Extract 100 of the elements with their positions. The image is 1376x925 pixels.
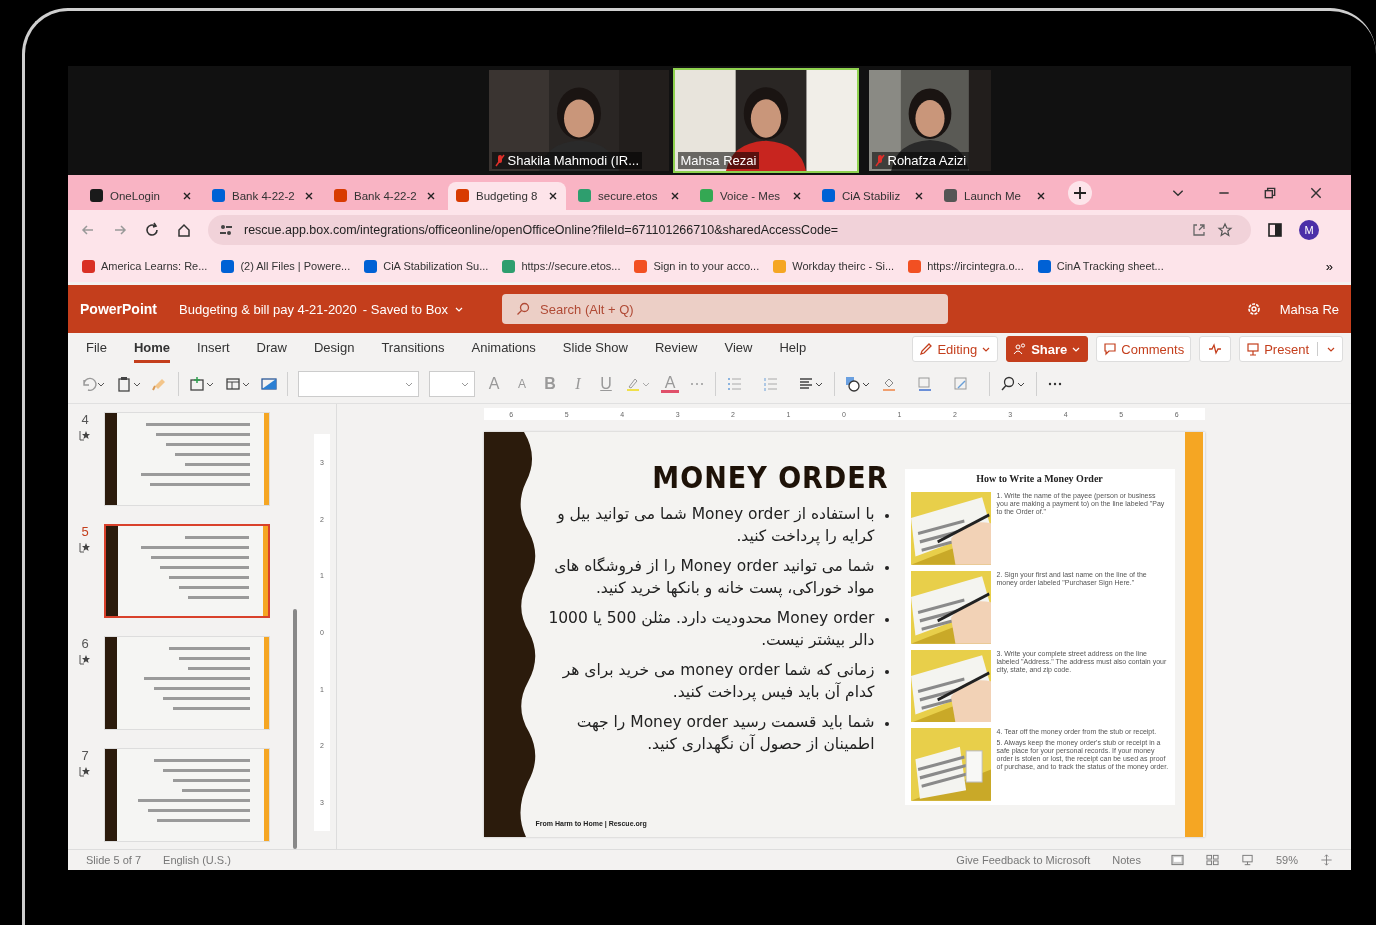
notes-button[interactable]: Notes (1112, 854, 1141, 866)
browser-tab[interactable]: OneLogin (82, 181, 200, 210)
animation-star-icon (79, 765, 91, 777)
search-icon[interactable] (1000, 376, 1026, 392)
close-icon[interactable] (548, 190, 558, 201)
shapes-icon[interactable] (845, 376, 871, 392)
site-settings-icon[interactable] (218, 222, 234, 238)
new-slide-icon[interactable] (189, 376, 215, 392)
scrollbar-thumb[interactable] (293, 609, 297, 849)
share-button[interactable]: Share (1006, 336, 1089, 362)
share-icon[interactable] (1191, 222, 1207, 238)
normal-view-icon[interactable] (1170, 854, 1184, 866)
slide-number: 4 (81, 412, 89, 427)
home-icon[interactable] (176, 222, 192, 238)
bullet-text: زمانی که شما money order می خرید برای هر کدام آن باید فیس پرداخت کنید. (561, 660, 875, 703)
slide-thumbnail[interactable] (104, 524, 270, 618)
panel-title: How to Write a Money Order (975, 473, 1104, 484)
ribbon-tab[interactable]: Draw (256, 335, 287, 363)
close-icon[interactable] (182, 190, 192, 201)
pulse-icon (1208, 342, 1223, 356)
undo-icon[interactable] (80, 376, 106, 392)
ribbon-tab[interactable]: Help (779, 335, 807, 363)
participant-name: Mahsa Rezai (680, 153, 757, 168)
bookmark[interactable]: CinA Tracking sheet... (1037, 259, 1164, 273)
search-icon (516, 302, 531, 316)
profile-avatar[interactable]: M (1299, 220, 1319, 240)
grid-view-icon[interactable] (1205, 854, 1219, 866)
animation-star-icon (79, 429, 91, 441)
feedback-link[interactable]: Give Feedback to Microsoft (956, 854, 1091, 866)
ribbon-tab[interactable]: File (86, 335, 107, 363)
save-status[interactable]: - Saved to Box (362, 301, 449, 317)
fit-icon[interactable] (1320, 854, 1333, 866)
side-panel-icon[interactable] (1267, 222, 1283, 238)
close-icon[interactable] (426, 190, 436, 201)
editing-button[interactable]: Editing (912, 336, 999, 362)
slide-title: MONEY ORDER (652, 460, 889, 495)
bookmark[interactable]: (2) All Files | Powere... (221, 259, 351, 273)
presenter-icon[interactable] (1240, 854, 1254, 866)
close-icon[interactable] (792, 190, 802, 201)
reload-icon[interactable] (144, 222, 160, 238)
bookmark[interactable]: Workday theirc - Si... (773, 259, 895, 273)
browser-tab[interactable]: Budgeting 8 (448, 181, 566, 210)
bullet-text: شما می توانید Money order را از فروشگاه های مواد خوراکی، پست خانه و بانکها خرید کنید. (553, 556, 875, 599)
browser-tab[interactable]: Bank 4-22-2 (204, 181, 322, 210)
bookmark[interactable]: CiA Stabilization Su... (364, 259, 489, 273)
clipboard-icon[interactable] (116, 376, 142, 392)
more-bookmarks[interactable]: » (1325, 258, 1333, 274)
browser-tab[interactable]: Bank 4-22-2 (326, 181, 444, 210)
close-icon[interactable] (304, 190, 314, 201)
present-button[interactable]: Present (1239, 336, 1343, 362)
bullet-icon (884, 618, 889, 622)
slide-counter: Slide 5 of 7 (86, 854, 142, 866)
close-icon[interactable] (670, 190, 680, 201)
new-tab-icon[interactable] (1068, 180, 1092, 205)
address-field[interactable]: rescue.app.box.com/integrations/officeonline/openOfficeOnline?fileId=671101266710&sharedAccessCode= (208, 215, 1251, 245)
bookmark[interactable]: America Learns: Re... (82, 259, 208, 273)
close-icon[interactable] (1036, 190, 1046, 201)
user-name[interactable]: Mahsa Re (1279, 301, 1339, 317)
slide-number: 5 (81, 524, 89, 539)
app-name: PowerPoint (80, 301, 157, 317)
participant-name: Rohafza Azizi (887, 153, 967, 168)
ribbon-tab[interactable]: Transitions (381, 335, 445, 363)
bullet-text: Money order محدودیت دارد. مثلن 500 یا 1000 دالر بیشتر نیست. (547, 608, 875, 651)
restore-icon[interactable] (1263, 185, 1277, 200)
ribbon-tab[interactable]: Design (313, 335, 355, 363)
ribbon-tab[interactable]: Slide Show (562, 335, 628, 363)
document-title[interactable]: Budgeting & bill pay 4-21-2020 (179, 301, 357, 317)
bookmark[interactable]: Sign in to your acco... (634, 259, 760, 273)
settings-icon[interactable] (1245, 301, 1262, 317)
bullet-icon (884, 566, 889, 570)
browser-tab[interactable]: Launch Me (936, 181, 1054, 210)
language-label[interactable]: English (U.S.) (163, 854, 231, 866)
bookmark[interactable]: https://ircintegra.o... (908, 259, 1024, 273)
slide-number: 7 (81, 748, 89, 763)
close-icon[interactable] (1309, 185, 1323, 200)
animation-star-icon (79, 541, 91, 553)
ribbon-tab[interactable]: Home (133, 335, 171, 363)
ribbon-tab[interactable]: Animations (471, 335, 536, 363)
bullet-text: شما باید قسمت رسید Money order را جهت اطمینان از حصول آن نگهداری کنید. (575, 712, 875, 755)
star-icon[interactable] (1217, 222, 1233, 238)
close-icon[interactable] (914, 190, 924, 201)
people-icon (1013, 342, 1028, 356)
ribbon-tab[interactable]: View (724, 335, 753, 363)
ribbon-tab[interactable]: Insert (197, 335, 230, 363)
background-icon[interactable] (261, 376, 277, 392)
bookmark[interactable]: https://secure.etos... (502, 259, 621, 273)
browser-tab[interactable]: secure.etos (570, 181, 688, 210)
align-icon[interactable] (798, 376, 824, 392)
layout-icon[interactable] (225, 376, 251, 392)
bullet-icon (884, 722, 889, 726)
animation-star-icon (79, 653, 91, 665)
comments-button[interactable]: Comments (1096, 336, 1192, 362)
browser-tab[interactable]: Voice - Mes (692, 181, 810, 210)
participant-name: Shakila Mahmodi (IR... (507, 153, 639, 168)
search-field[interactable]: Search (Alt + Q) (502, 294, 949, 324)
slide-number: 6 (81, 636, 89, 651)
ribbon-tab[interactable]: Review (654, 335, 698, 363)
browser-tab[interactable]: CiA Stabiliz (814, 181, 932, 210)
zoom-level[interactable]: 59% (1275, 854, 1298, 866)
activity-button[interactable] (1199, 336, 1232, 362)
